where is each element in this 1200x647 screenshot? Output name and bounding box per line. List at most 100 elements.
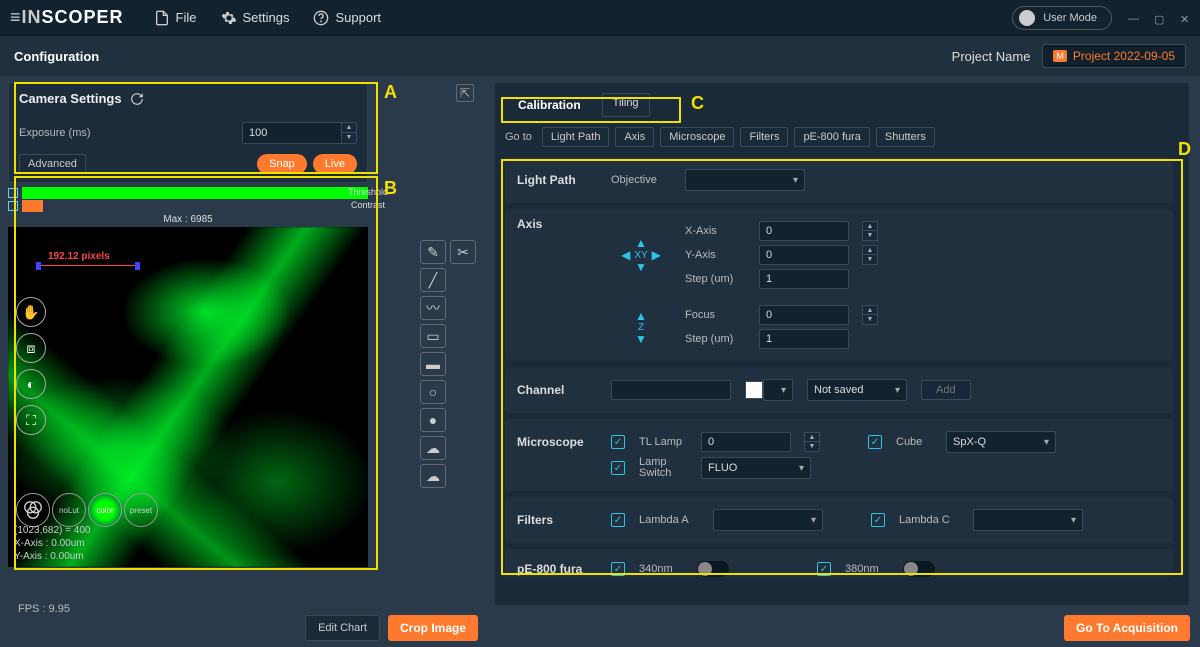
contrast-tool-icon[interactable]: ◐ [16, 369, 46, 399]
pe800-380-checkbox[interactable]: ✓ [817, 562, 831, 576]
goto-axis[interactable]: Axis [615, 127, 654, 147]
focus-up[interactable]: ▲ [863, 306, 877, 315]
line-tool-icon[interactable]: ╱ [420, 268, 446, 292]
live-button[interactable]: Live [313, 154, 357, 174]
blob-outline-icon[interactable]: ☁ [420, 436, 446, 460]
pe800-340-toggle[interactable] [697, 561, 729, 577]
exposure-step-down[interactable]: ▼ [342, 133, 356, 143]
x-down[interactable]: ▼ [863, 231, 877, 240]
minimize-icon[interactable]: — [1128, 13, 1138, 23]
channels-icon[interactable] [16, 493, 50, 527]
menu-support[interactable]: Support [313, 10, 381, 26]
circle-outline-icon[interactable]: ○ [420, 380, 446, 404]
app-logo: ≡INSCOPER [10, 7, 124, 28]
pe800-380-toggle[interactable] [903, 561, 935, 577]
reload-icon[interactable] [130, 92, 144, 106]
x-up[interactable]: ▲ [863, 222, 877, 231]
pencil-tool-icon[interactable]: ✎ [420, 240, 446, 264]
channel-saved-select[interactable]: Not saved [807, 379, 907, 401]
tl-lamp-checkbox[interactable]: ✓ [611, 435, 625, 449]
pan-tool-icon[interactable]: ✋ [16, 297, 46, 327]
cube-select[interactable]: SpX-Q [946, 431, 1056, 453]
threshold-checkbox[interactable] [8, 188, 18, 198]
focus-input[interactable] [759, 305, 849, 325]
xy-label: XY [634, 250, 647, 261]
channel-name-input[interactable] [611, 380, 731, 400]
section-axis: Axis [517, 217, 597, 293]
z-up-arrow[interactable]: ▲ [635, 310, 647, 322]
camera-settings-panel: Camera Settings Exposure (ms) ▲ ▼ Advanc… [8, 82, 368, 183]
pe800-340-checkbox[interactable]: ✓ [611, 562, 625, 576]
objective-select[interactable] [685, 169, 805, 191]
goto-shutters[interactable]: Shutters [876, 127, 935, 147]
project-selector[interactable]: M Project 2022-09-05 [1042, 44, 1186, 68]
rect-fill-icon[interactable]: ▬ [420, 352, 446, 376]
lambda-c-checkbox[interactable]: ✓ [871, 513, 885, 527]
goto-microscope[interactable]: Microscope [660, 127, 734, 147]
focus-down[interactable]: ▼ [863, 315, 877, 324]
z-step-input[interactable] [759, 329, 849, 349]
channel-color-select[interactable] [763, 379, 793, 401]
tab-calibration[interactable]: Calibration [505, 93, 594, 117]
exposure-input[interactable] [242, 122, 342, 144]
rect-outline-icon[interactable]: ▭ [420, 324, 446, 348]
xy-down-arrow[interactable]: ▼ [635, 261, 647, 273]
cube-checkbox[interactable]: ✓ [868, 435, 882, 449]
goto-pe800[interactable]: pE-800 fura [794, 127, 869, 147]
advanced-button[interactable]: Advanced [19, 154, 86, 174]
z-down-arrow[interactable]: ▼ [635, 333, 647, 345]
xy-step-input[interactable] [759, 269, 849, 289]
y-down[interactable]: ▼ [863, 255, 877, 264]
crop-tool-icon[interactable]: ⧈ [16, 333, 46, 363]
tl-down[interactable]: ▼ [805, 442, 819, 451]
lut-preset-button[interactable]: preset [124, 493, 158, 527]
exposure-step-up[interactable]: ▲ [342, 123, 356, 133]
fullscreen-tool-icon[interactable]: ⛶ [16, 405, 46, 435]
annotation-A: A [384, 82, 397, 103]
usermode-toggle[interactable]: User Mode [1012, 6, 1112, 30]
threshold-slider[interactable]: Threshold [22, 187, 368, 199]
image-preview[interactable]: 192.12 pixels ✋ ⧈ ◐ ⛶ noLut color preset [8, 227, 368, 567]
y-up[interactable]: ▲ [863, 246, 877, 255]
lamp-switch-select[interactable]: FLUO [701, 457, 811, 479]
scissors-tool-icon[interactable]: ✂ [450, 240, 476, 264]
circle-fill-icon[interactable]: ● [420, 408, 446, 432]
close-icon[interactable]: ✕ [1180, 13, 1190, 23]
lut-none-button[interactable]: noLut [52, 493, 86, 527]
goto-light-path[interactable]: Light Path [542, 127, 610, 147]
lamp-switch-checkbox[interactable]: ✓ [611, 461, 625, 475]
y-axis-input[interactable] [759, 245, 849, 265]
fps-readout: FPS : 9.95 [18, 603, 70, 615]
freehand-line-icon[interactable]: 〰 [420, 296, 446, 320]
channel-color-swatch[interactable] [745, 381, 763, 399]
lut-color-button[interactable]: color [88, 493, 122, 527]
edit-chart-button[interactable]: Edit Chart [305, 615, 380, 641]
go-to-acquisition-button[interactable]: Go To Acquisition [1064, 615, 1190, 641]
lambda-a-select[interactable] [713, 509, 823, 531]
menu-file[interactable]: File [154, 10, 197, 26]
goto-filters[interactable]: Filters [740, 127, 788, 147]
page-title: Configuration [14, 49, 99, 64]
xy-step-label: Step (um) [685, 273, 745, 285]
xy-up-arrow[interactable]: ▲ [635, 237, 647, 249]
maximize-icon[interactable]: ▢ [1154, 13, 1164, 23]
tl-lamp-input[interactable] [701, 432, 791, 452]
tab-tiling[interactable]: Tiling [602, 93, 650, 117]
annotation-B: B [384, 178, 397, 199]
blob-fill-icon[interactable]: ☁ [420, 464, 446, 488]
xy-right-arrow[interactable]: ▶ [652, 249, 661, 261]
x-axis-input[interactable] [759, 221, 849, 241]
lambda-c-select[interactable] [973, 509, 1083, 531]
popout-icon[interactable]: ⇱ [456, 84, 474, 102]
contrast-slider[interactable]: Contrast [22, 200, 368, 212]
annotation-C: C [691, 93, 704, 114]
tl-up[interactable]: ▲ [805, 433, 819, 442]
xy-left-arrow[interactable]: ◀ [621, 249, 630, 261]
measurement-text: 192.12 pixels [48, 251, 110, 262]
menu-settings[interactable]: Settings [221, 10, 290, 26]
contrast-checkbox[interactable] [8, 201, 18, 211]
channel-add-button[interactable]: Add [921, 380, 971, 400]
crop-image-button[interactable]: Crop Image [388, 615, 478, 641]
snap-button[interactable]: Snap [257, 154, 307, 174]
lambda-a-checkbox[interactable]: ✓ [611, 513, 625, 527]
